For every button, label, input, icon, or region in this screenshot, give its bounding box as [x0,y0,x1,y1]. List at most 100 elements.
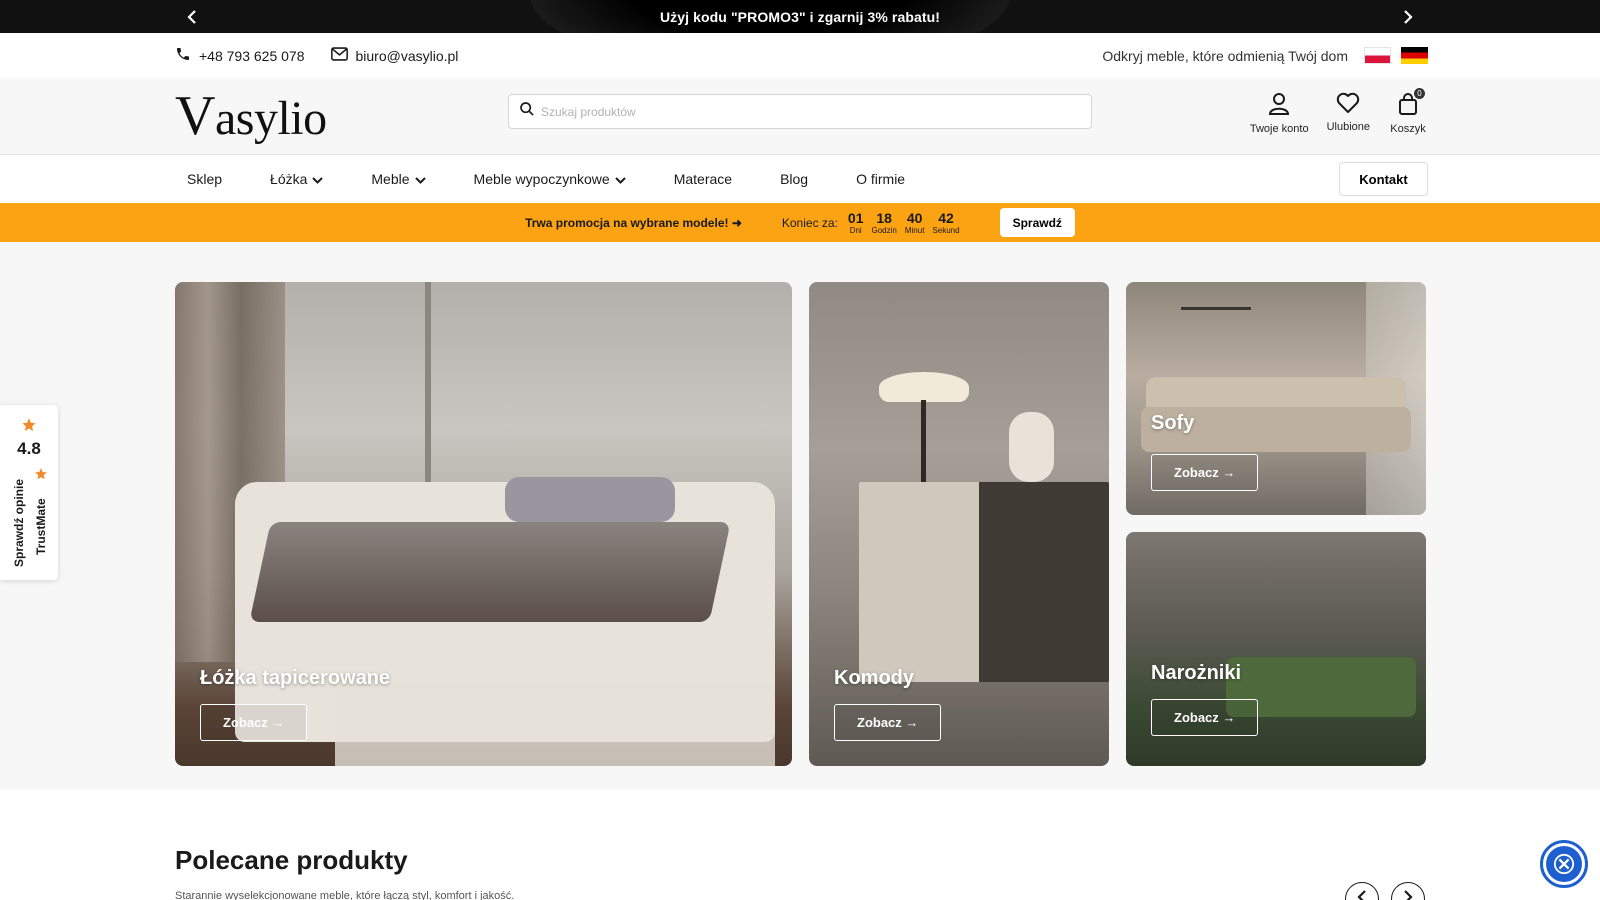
bed-photo-rug [335,682,775,766]
category-card-sofas[interactable]: Sofy Zobacz → [1126,282,1426,515]
days-value: 01 [847,209,864,226]
phone-number: +48 793 625 078 [199,47,305,64]
see-sofas-button[interactable]: Zobacz → [1151,454,1259,491]
polish-flag-icon[interactable] [1364,47,1391,64]
chevron-right-icon[interactable] [1396,5,1420,29]
category-card-upholstered-beds[interactable]: Łóżka tapicerowane Zobacz → [175,282,792,766]
check-promo-button[interactable]: Sprawdź [999,208,1075,237]
dresser-photo-lamp-stand [921,400,926,490]
contact-left: +48 793 625 078 biuro@vasylio.pl [175,46,458,65]
dresser-photo-lamp-shade [879,372,969,402]
countdown-days: 01 Dni [848,211,864,235]
site-header: Vasylio Twoje konto Ulubione 0 Koszyk [0,78,1600,155]
hours-label: Godzin [871,225,897,235]
favorites-label: Ulubione [1326,121,1370,133]
promo-countdown-bar: Trwa promocja na wybrane modele! ➜ Konie… [0,203,1600,242]
logo-text: asylio [214,92,327,145]
nav-item-lozka[interactable]: Łóżka [258,171,335,187]
see-upholstered-beds-button[interactable]: Zobacz → [200,704,308,741]
card-title: Łóżka tapicerowane [200,667,391,689]
bed-photo-blanket [249,522,731,622]
see-dressers-button[interactable]: Zobacz → [834,704,942,741]
phone-icon [175,46,191,65]
accessibility-button[interactable] [1540,840,1588,888]
dresser-photo-cabinet [859,482,1109,682]
promo-link[interactable]: Trwa promocja na wybrane modele! ➜ [525,216,742,230]
countdown-seconds: 42 Sekund [932,211,959,235]
heart-icon [1336,92,1360,117]
nav-item-meble-wypoczynkowe[interactable]: Meble wypoczynkowe [462,171,638,187]
card-title: Narożniki [1151,662,1242,684]
account-label: Twoje konto [1249,123,1309,135]
trustmate-brand: TrustMate [34,498,48,555]
phone-link[interactable]: +48 793 625 078 [175,46,305,65]
chevron-right-icon [1403,889,1413,900]
chevron-left-icon[interactable] [180,5,204,29]
nav-item-o-firmie[interactable]: O firmie [844,171,917,187]
envelope-icon [330,47,348,64]
chevron-left-icon [1357,889,1367,900]
nav-label: O firmie [856,171,906,187]
cart-count-badge: 0 [1413,87,1426,100]
card-title: Sofy [1151,412,1195,434]
bed-photo-panel [425,282,431,492]
category-card-dressers[interactable]: Komody Zobacz → [809,282,1109,766]
nav-label: Materace [673,171,733,187]
accessibility-icon [1546,846,1582,882]
countdown-hours: 18 Godzin [872,211,897,235]
german-flag-icon[interactable] [1401,47,1428,64]
header-icons: Twoje konto Ulubione 0 Koszyk [1250,87,1428,135]
hours-value: 18 [876,209,892,226]
trustmate-vertical-text: Sprawdź opinie TrustMate [12,467,52,572]
search-icon[interactable] [519,101,535,122]
seconds-value: 42 [938,209,954,226]
nav-item-blog[interactable]: Blog [768,171,820,187]
slider-prev-button[interactable] [1345,882,1379,900]
star-icon [21,417,37,438]
email-address: biuro@vasylio.pl [355,47,459,64]
days-label: Dni [849,225,862,235]
nav-items: Sklep Łóżka Meble Meble wypoczynkowe Mat… [175,171,941,187]
search-box [508,94,1092,129]
chevron-down-icon [414,171,426,187]
card-title: Komody [834,667,914,689]
hero-category-grid: Łóżka tapicerowane Zobacz → Komody Zobac… [175,282,1426,766]
search-input[interactable] [541,104,1061,119]
trustmate-widget[interactable]: 4.8 Sprawdź opinie TrustMate [0,405,58,580]
favorites-button[interactable]: Ulubione [1327,92,1370,135]
slider-next-button[interactable] [1391,882,1425,900]
countdown: Koniec za: 01 Dni 18 Godzin 40 Minut 42 Seku… [782,211,960,235]
top-promo-bar: Użyj kodu "PROMO3" i zgarnij 3% rabatu! [0,0,1600,33]
vasylio-logo[interactable]: Vasylio [175,84,505,148]
countdown-label: Koniec za: [781,215,838,230]
trustmate-rating: 4.8 [17,439,41,458]
chevron-down-icon [312,171,324,187]
tagline: Odkryj meble, które odmienią Twój dom [1102,47,1348,64]
logo-initial: V [175,85,215,147]
nav-item-sklep[interactable]: Sklep [175,171,234,187]
seconds-label: Sekund [932,225,960,235]
trustmate-logo-star-icon [34,467,48,486]
bed-photo-pillow [505,477,675,522]
main-navigation: Sklep Łóżka Meble Meble wypoczynkowe Mat… [0,155,1600,203]
account-button[interactable]: Twoje konto [1250,92,1309,135]
nav-label: Meble wypoczynkowe [473,171,610,187]
contact-bar: +48 793 625 078 biuro@vasylio.pl Odkryj … [0,33,1600,78]
see-corner-sofas-button[interactable]: Zobacz → [1151,699,1259,736]
cart-button[interactable]: 0 Koszyk [1388,87,1428,135]
minutes-label: Minut [904,225,925,235]
section-subtitle: Starannie wyselekcjonowane meble, które … [175,890,515,900]
featured-products-section: Polecane produkty Starannie wyselekcjono… [0,790,1600,900]
nav-item-meble[interactable]: Meble [359,171,437,187]
promo-code-text: Użyj kodu "PROMO3" i zgarnij 3% rabatu! [659,8,941,25]
nav-label: Meble [371,171,410,187]
nav-item-materace[interactable]: Materace [662,171,744,187]
email-link[interactable]: biuro@vasylio.pl [330,47,459,64]
category-card-corner-sofas[interactable]: Narożniki Zobacz → [1126,532,1426,766]
nav-label: Blog [780,171,809,187]
section-title: Polecane produkty [175,845,408,875]
cart-label: Koszyk [1390,123,1426,135]
contact-button[interactable]: Kontakt [1339,162,1428,196]
nav-label: Łóżka [270,171,308,187]
slider-arrows [1345,882,1425,900]
